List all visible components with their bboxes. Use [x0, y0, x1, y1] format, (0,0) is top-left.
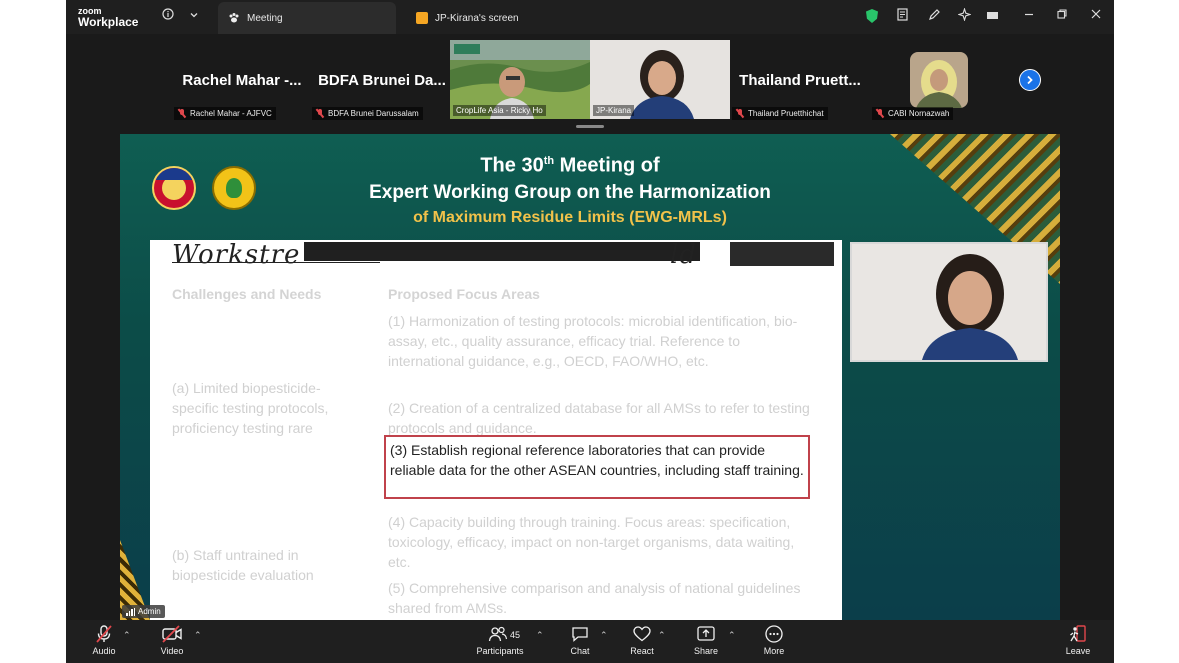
restore-icon[interactable] [1054, 8, 1070, 24]
focus-item: (2) Creation of a centralized database f… [388, 400, 810, 436]
participant-gallery: Rachel Mahar -... Rachel Mahar - AJFVC B… [66, 34, 1114, 124]
video-tile-croplife[interactable]: CropLife Asia - Ricky Ho [450, 40, 590, 119]
encryption-shield-icon[interactable] [866, 9, 878, 23]
heading-underline [172, 262, 380, 263]
camera-off-icon [162, 625, 182, 643]
redaction-bar [304, 242, 700, 261]
gallery-resize-handle[interactable] [576, 125, 604, 128]
workstream-heading-tail: ld [670, 240, 697, 270]
focus-item: (4) Capacity building through training. … [388, 514, 795, 570]
next-page-button[interactable] [1019, 69, 1041, 91]
asean-logo [152, 166, 196, 210]
notes-icon[interactable] [894, 8, 910, 24]
focus-item: (5) Comprehensive comparison and analysi… [388, 580, 801, 616]
participant-tile[interactable]: Rachel Mahar -... Rachel Mahar - AJFVC [172, 40, 312, 120]
video-label: CropLife Asia - Ricky Ho [453, 105, 546, 116]
participant-name: Thailand Pruett... [739, 72, 861, 89]
content-panel: Workstre ld Challenges and Needs Propose… [150, 240, 842, 620]
share-button[interactable]: Share [692, 624, 720, 656]
close-icon[interactable] [1088, 8, 1104, 24]
share-screen-icon [697, 626, 715, 641]
participants-icon [488, 626, 508, 642]
participants-options-chevron-icon[interactable]: ⌃ [536, 630, 544, 641]
info-icon[interactable] [160, 8, 176, 24]
ministry-logo [212, 166, 256, 210]
mic-muted-icon [876, 109, 884, 118]
more-button[interactable]: More [760, 624, 788, 656]
brand-large: Workplace [78, 15, 139, 29]
slide-title-line3: of Maximum Residue Limits (EWG-MRLs) [413, 208, 727, 226]
participant-name: Rachel Mahar -... [182, 72, 302, 89]
participants-count: 45 [510, 630, 521, 640]
highlighted-focus-item: (3) Establish regional reference laborat… [384, 435, 810, 499]
tab-meeting-label: Meeting [247, 12, 283, 24]
audio-options-chevron-icon[interactable]: ⌃ [123, 630, 131, 641]
title-bar: zoom Workplace Meeting JP-Kirana's scree… [66, 0, 1114, 34]
screen-share-icon [416, 12, 428, 24]
chat-button[interactable]: Chat [566, 624, 594, 656]
participant-label: BDFA Brunei Darussalam [312, 107, 423, 120]
chevron-down-icon[interactable] [186, 8, 202, 24]
share-options-chevron-icon[interactable]: ⌃ [728, 630, 736, 641]
more-icon [765, 625, 783, 643]
minimize-icon[interactable] [1021, 8, 1037, 24]
pencil-icon[interactable] [926, 8, 942, 24]
chat-icon [572, 627, 588, 642]
paw-icon [229, 13, 239, 23]
participants-button[interactable]: Participants [474, 624, 526, 656]
tab-shared-screen[interactable]: JP-Kirana's screen [406, 2, 606, 34]
participant-label: CABI Nornazwah [872, 107, 954, 120]
video-options-chevron-icon[interactable]: ⌃ [194, 630, 202, 641]
zoom-logo: zoom Workplace [78, 6, 139, 29]
mic-muted-icon [178, 109, 186, 118]
mic-muted-icon [316, 109, 324, 118]
participant-tile[interactable]: BDFA Brunei Da... BDFA Brunei Darussalam [312, 40, 452, 120]
shared-screen: The 30th Meeting of Expert Working Group… [120, 134, 1060, 620]
mic-muted-icon [96, 625, 112, 643]
challenge-item: (a) Limited biopesticide-specific testin… [172, 380, 329, 436]
meeting-controls: Audio ⌃ Video ⌃ Participants 45 ⌃ Chat ⌃… [66, 620, 1114, 663]
react-button[interactable]: React [628, 624, 656, 656]
slide-title-line2: Expert Working Group on the Harmonizatio… [369, 181, 771, 203]
challenge-item: (b) Staff untrained in biopesticide eval… [172, 547, 314, 583]
video-tile-kirana[interactable]: JP-Kirana [590, 40, 730, 119]
video-button[interactable]: Video [156, 624, 188, 656]
redaction-bar [730, 242, 834, 266]
focus-item: (1) Harmonization of testing protocols: … [388, 313, 798, 369]
chevron-right-icon [1027, 75, 1033, 85]
presenter-camera-inset [850, 242, 1048, 362]
admin-tag: Admin [122, 605, 165, 618]
participant-name: BDFA Brunei Da... [318, 72, 446, 89]
video-label: JP-Kirana [593, 105, 635, 116]
signal-icon [126, 607, 135, 616]
column-header-focus: Proposed Focus Areas [388, 286, 540, 302]
participant-tile[interactable]: Thailand Pruett... Thailand Pruetthichat [730, 40, 870, 120]
avatar [910, 52, 968, 108]
tab-meeting[interactable]: Meeting [218, 2, 396, 34]
column-header-challenges: Challenges and Needs [172, 286, 322, 302]
participant-label: Rachel Mahar - AJFVC [174, 107, 276, 120]
apps-icon[interactable] [984, 8, 1000, 24]
slide-title: The 30th Meeting of Expert Working Group… [300, 148, 840, 229]
participant-label: Thailand Pruetthichat [732, 107, 828, 120]
heart-icon [633, 626, 651, 642]
tab-shared-screen-label: JP-Kirana's screen [435, 12, 519, 24]
chat-options-chevron-icon[interactable]: ⌃ [600, 630, 608, 641]
audio-button[interactable]: Audio [88, 624, 120, 656]
participant-tile-cabi[interactable]: CABI Nornazwah [870, 40, 1010, 120]
leave-icon [1070, 625, 1086, 642]
workstream-heading: Workstre [172, 240, 301, 270]
leave-button[interactable]: Leave [1064, 624, 1092, 656]
react-options-chevron-icon[interactable]: ⌃ [658, 630, 666, 641]
ai-sparkle-icon[interactable] [956, 7, 972, 24]
zoom-window: zoom Workplace Meeting JP-Kirana's scree… [66, 0, 1114, 663]
mic-muted-icon [736, 109, 744, 118]
